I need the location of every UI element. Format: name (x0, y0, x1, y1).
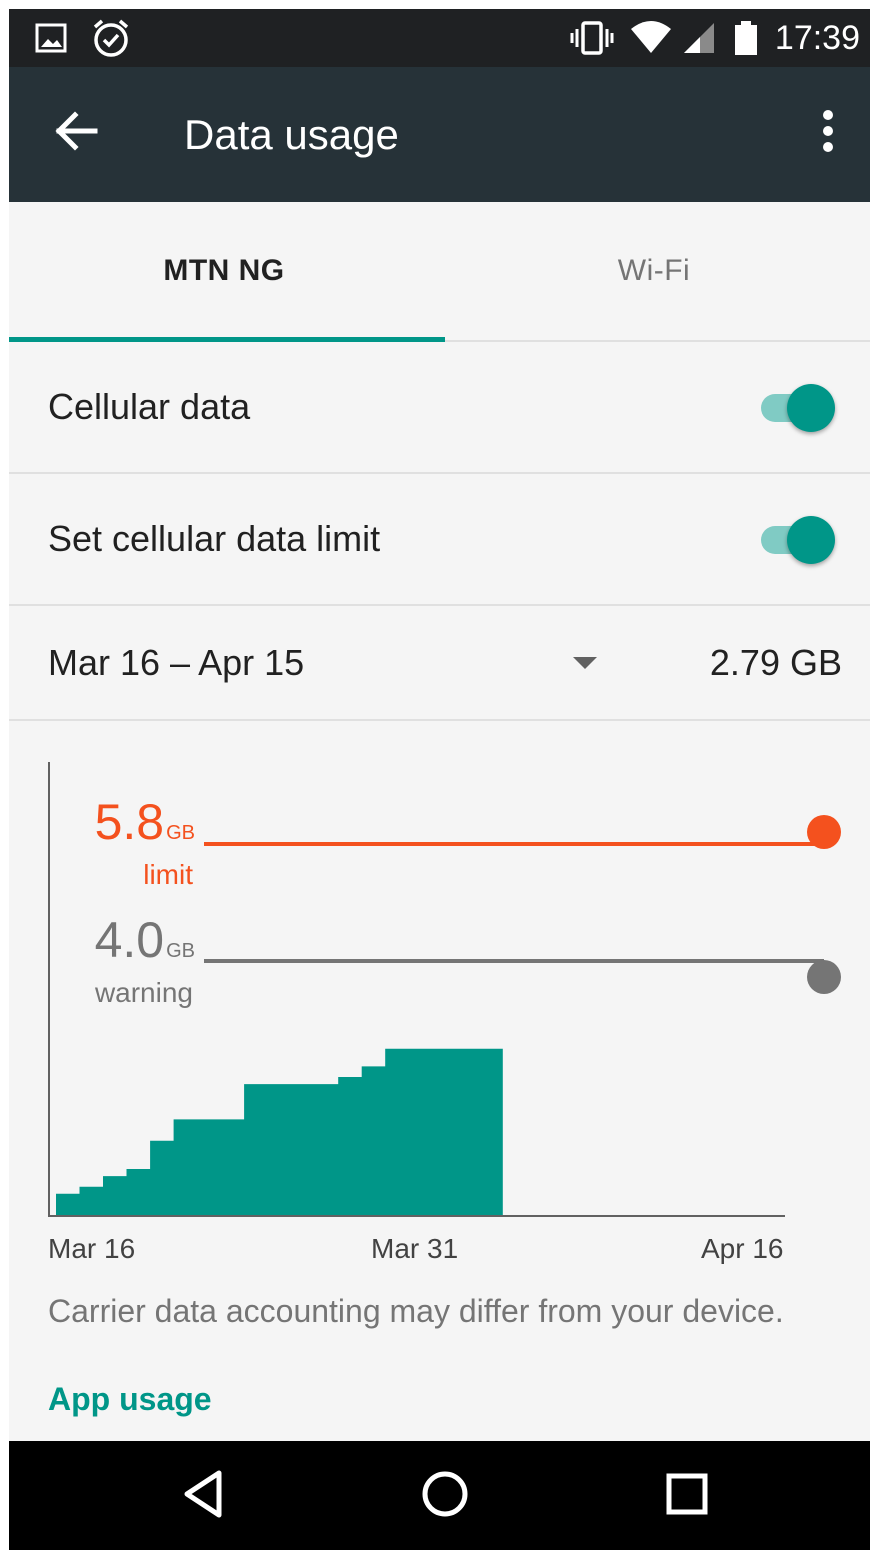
chart-x-axis (48, 1215, 785, 1217)
carrier-accounting-note: Carrier data accounting may differ from … (48, 1293, 784, 1329)
wifi-icon (627, 9, 675, 67)
x-tick-label: Mar 16 (48, 1233, 136, 1264)
back-button[interactable] (45, 101, 109, 165)
x-tick-label: Apr 16 (701, 1233, 784, 1264)
nav-home-button[interactable] (412, 1463, 478, 1529)
billing-cycle-row[interactable]: Mar 16 – Apr 15 2.79 GB (9, 606, 870, 721)
x-tick-label: Mar 31 (371, 1233, 459, 1264)
cellular-data-row[interactable]: Cellular data (9, 342, 870, 474)
warning-unit: GB (166, 940, 195, 962)
chart-y-axis (48, 762, 50, 1217)
page-title: Data usage (184, 111, 399, 158)
nav-back-button[interactable] (170, 1463, 236, 1529)
warning-value: 4.0 GB (95, 911, 195, 969)
more-options-button[interactable] (804, 101, 852, 165)
more-vert-icon (822, 109, 834, 158)
tab-mtn-ng[interactable]: MTN NG (9, 202, 439, 340)
cell-signal-icon (681, 9, 717, 67)
tab-bar: MTN NG Wi-Fi (9, 202, 870, 342)
limit-drag-handle[interactable] (807, 815, 841, 849)
back-triangle-icon (181, 1469, 225, 1524)
home-circle-icon (420, 1469, 470, 1524)
cellular-data-label: Cellular data (48, 386, 251, 427)
switch-thumb (787, 516, 835, 564)
status-time: 17:39 (774, 19, 860, 57)
warning-caption: warning (94, 977, 193, 1008)
usage-area (56, 1048, 503, 1215)
cycle-range: Mar 16 – Apr 15 (48, 641, 305, 683)
limit-line (204, 842, 824, 846)
limit-unit: GB (166, 822, 195, 844)
limit-caption: limit (143, 859, 193, 890)
image-notification-icon (31, 9, 71, 67)
recents-square-icon (665, 1472, 709, 1521)
warning-drag-handle[interactable] (807, 960, 841, 994)
dropdown-arrow-icon[interactable] (573, 656, 597, 669)
usage-chart: 5.8 GB limit 4.0 GB warning Mar 16 Mar 31 … (9, 721, 870, 1264)
nav-recents-button[interactable] (654, 1463, 720, 1529)
navigation-bar (9, 1441, 870, 1550)
switch-thumb (787, 384, 835, 432)
set-data-limit-switch[interactable] (755, 509, 835, 569)
alarm-icon (87, 9, 135, 67)
status-bar: 17:39 (9, 9, 870, 67)
limit-number: 5.8 (94, 794, 165, 850)
battery-icon (731, 9, 761, 67)
set-data-limit-label: Set cellular data limit (48, 518, 381, 559)
limit-value: 5.8 GB (95, 793, 195, 851)
tab-wifi[interactable]: Wi-Fi (439, 202, 869, 340)
app-bar: Data usage (9, 67, 870, 202)
cycle-total-usage: 2.79 GB (709, 641, 842, 683)
app-usage-link[interactable]: App usage (48, 1381, 212, 1418)
warning-number: 4.0 (94, 912, 165, 968)
warning-line (204, 959, 824, 963)
cellular-data-switch[interactable] (755, 377, 835, 437)
vibrate-icon (567, 9, 617, 67)
set-data-limit-row[interactable]: Set cellular data limit (9, 474, 870, 606)
screen: 17:39 Data usage MTN NG Wi-Fi Cellular d… (9, 9, 870, 1550)
arrow-back-icon (55, 110, 99, 156)
